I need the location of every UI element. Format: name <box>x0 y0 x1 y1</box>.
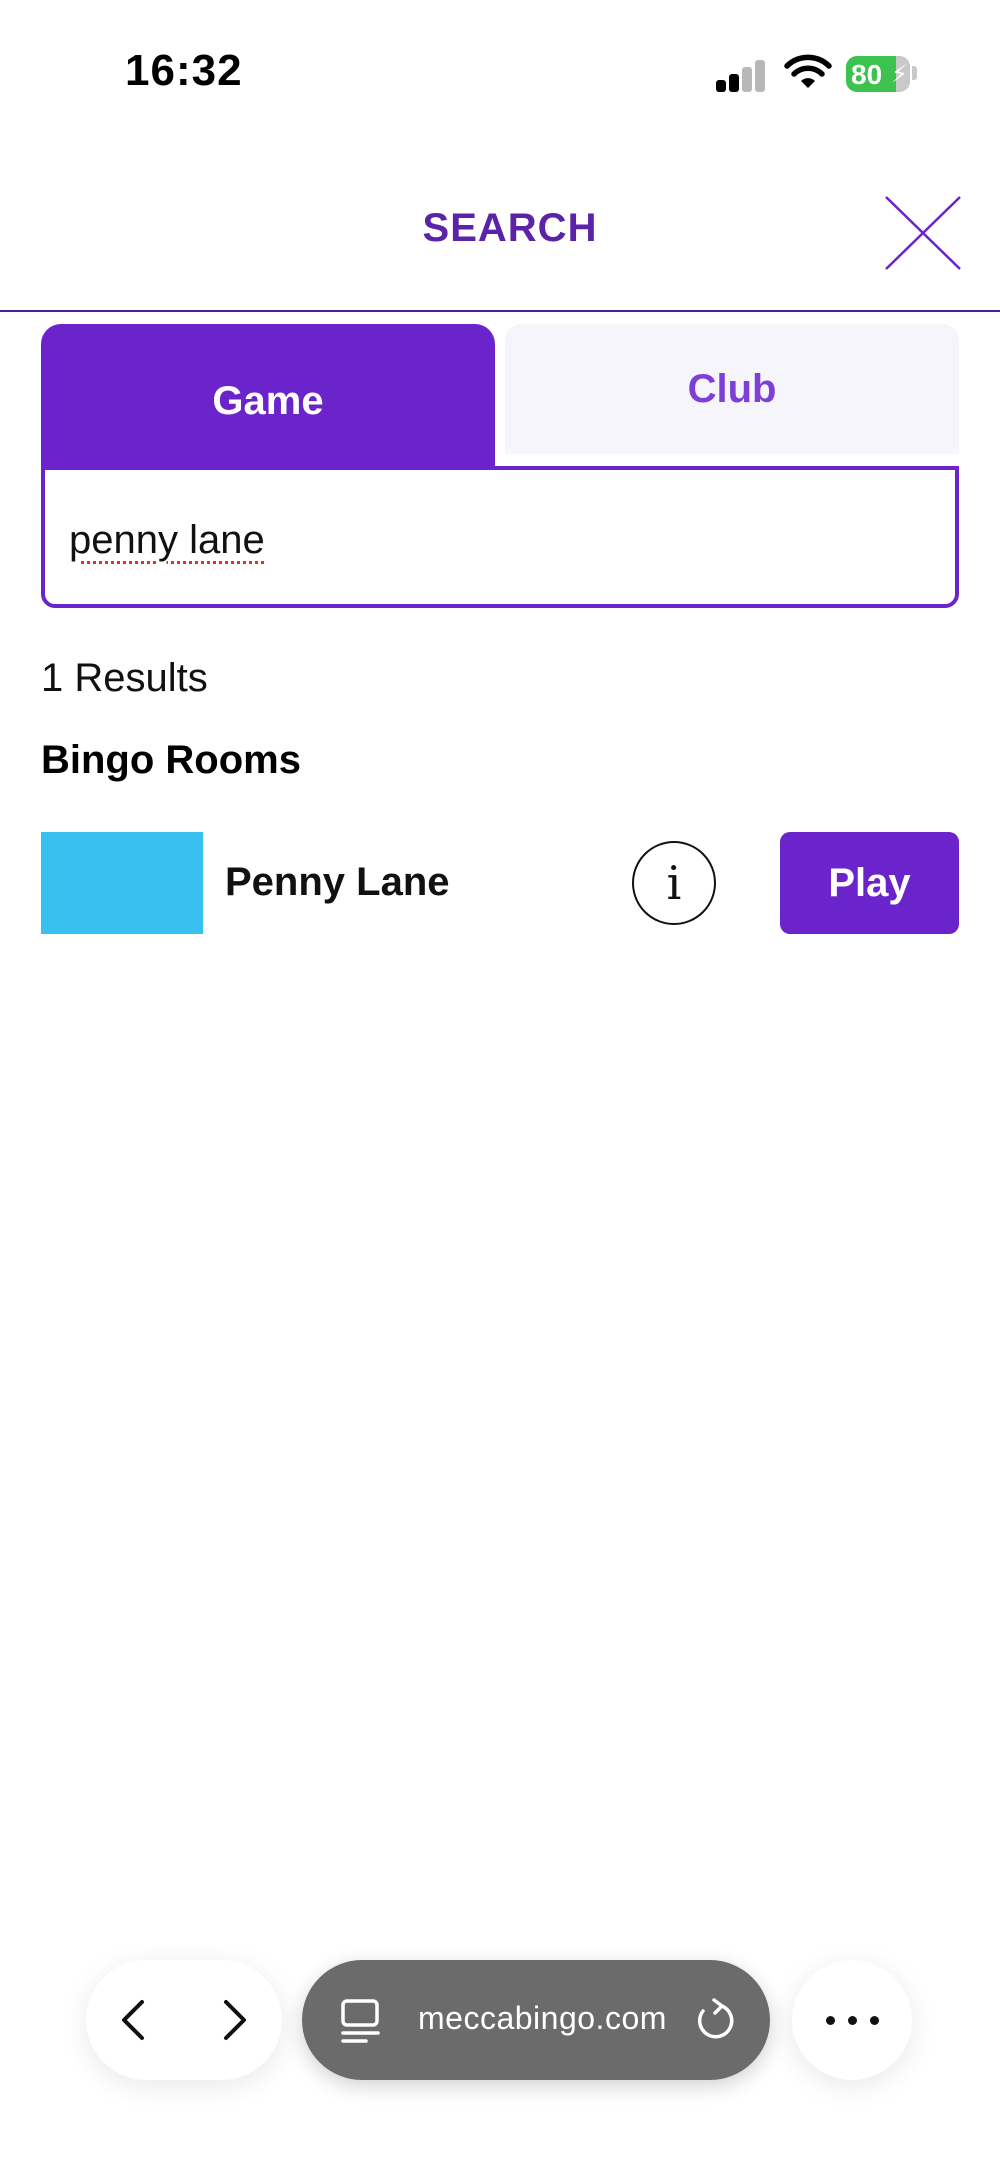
cellular-signal-icon <box>716 58 766 92</box>
close-icon[interactable] <box>884 195 962 271</box>
forward-icon[interactable] <box>210 1996 258 2044</box>
tab-game[interactable]: Game <box>41 324 495 470</box>
battery-percent: 80 <box>851 59 883 90</box>
address-bar[interactable]: meccabingo.com <box>302 1960 770 2080</box>
battery-tip <box>912 66 917 80</box>
battery-icon: 80 ⚡ <box>846 56 910 92</box>
status-time: 16:32 <box>125 46 243 95</box>
search-input[interactable]: penny lane <box>41 466 959 608</box>
back-icon[interactable] <box>110 1996 158 2044</box>
wifi-icon <box>784 54 832 88</box>
url-text[interactable]: meccabingo.com <box>418 2000 667 2037</box>
results-count: 1 Results <box>41 656 208 700</box>
reload-icon[interactable] <box>692 1996 738 2044</box>
search-input-value[interactable]: penny lane <box>69 518 265 563</box>
page-title: SEARCH <box>422 206 598 250</box>
status-bar: 16:32 80 ⚡ <box>0 0 1000 150</box>
list-item: Penny Lane i Play <box>41 832 959 934</box>
room-name[interactable]: Penny Lane <box>225 860 450 905</box>
charging-bolt-icon: ⚡ <box>891 61 908 88</box>
tabs-icon[interactable] <box>340 1998 384 2044</box>
play-button[interactable]: Play <box>780 832 959 934</box>
search-header: SEARCH <box>0 150 1000 312</box>
tab-club[interactable]: Club <box>505 324 959 454</box>
section-title-bingo-rooms: Bingo Rooms <box>41 738 301 782</box>
browser-nav-controls <box>86 1960 282 2080</box>
room-thumbnail[interactable] <box>41 832 203 934</box>
more-icon[interactable] <box>792 1960 912 2080</box>
info-icon[interactable]: i <box>632 841 716 925</box>
